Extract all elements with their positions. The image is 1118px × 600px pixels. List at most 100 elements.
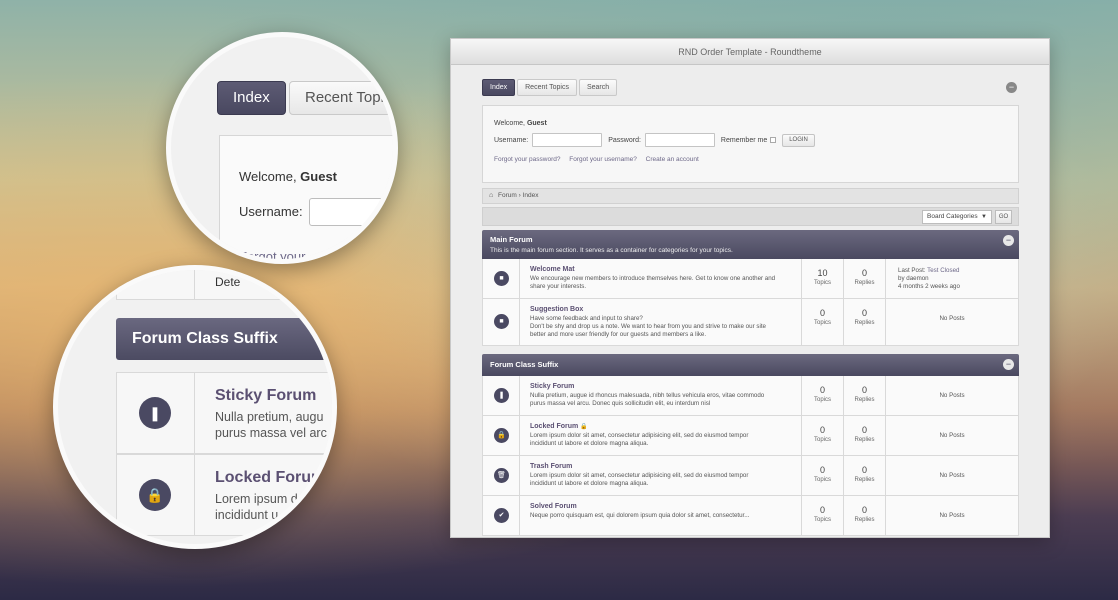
topics-count: 0 Topics <box>802 376 844 415</box>
forum-icon-cell: ✔ <box>483 496 520 535</box>
forum-row: ■ Welcome Mat We encourage new members t… <box>482 259 1019 299</box>
welcome-text: Welcome, Guest <box>494 120 547 127</box>
forgot-username-link[interactable]: Forgot your username? <box>569 156 637 163</box>
square-icon: ■ <box>494 271 509 286</box>
breadcrumb-forum[interactable]: Forum <box>498 192 517 199</box>
forgot-password-link[interactable]: Forgot your password? <box>494 156 560 163</box>
forum-title[interactable]: Locked Forum 🔒 <box>530 423 801 430</box>
topics-count: 10 Topics <box>802 259 844 298</box>
forum-title[interactable]: Welcome Mat <box>530 266 801 273</box>
tab-index[interactable]: Index <box>482 79 516 96</box>
forum-description: Nulla pretium, augue id rhoncus malesuad… <box>530 392 765 407</box>
login-panel: Welcome, Guest Username: Password: Remem… <box>482 105 1019 183</box>
category-header: Main Forum This is the main forum sectio… <box>482 230 1019 259</box>
forum-title[interactable]: Suggestion Box <box>530 306 801 313</box>
remember-checkbox[interactable] <box>770 137 777 143</box>
lock-small-icon: 🔒 <box>580 424 588 430</box>
zoom-username-label: Username: <box>239 204 303 219</box>
zoom-forgot-link[interactable]: Forgot your <box>239 249 305 259</box>
topics-count: 0 Topics <box>802 456 844 495</box>
forum-icon-cell: ■ <box>483 299 520 345</box>
last-post-link[interactable]: Test Closed <box>927 267 959 274</box>
forum-icon-cell: ■ <box>483 259 520 298</box>
zoom-forum-title[interactable]: Locked Forum <box>215 469 325 487</box>
zoom-partial-text: Dete <box>215 275 241 289</box>
lock-icon: 🔒 <box>494 428 509 443</box>
category-title[interactable]: Forum Class Suffix <box>490 360 1011 369</box>
category-main-forum: Main Forum This is the main forum sectio… <box>482 230 1019 346</box>
breadcrumb: ⌂ Forum › Index <box>482 188 1019 204</box>
forum-description: Lorem ipsum dolor sit amet, consectetur … <box>530 432 749 447</box>
bookmark-icon: ❚ <box>139 397 171 429</box>
collapse-icon[interactable]: − <box>1003 359 1014 370</box>
forum-title[interactable]: Sticky Forum <box>530 383 801 390</box>
go-button[interactable]: GO <box>995 210 1012 224</box>
forum-title[interactable]: Trash Forum <box>530 463 801 470</box>
zoom-username-input[interactable] <box>309 198 393 226</box>
forum-description: We encourage new members to introduce th… <box>530 275 776 290</box>
category-title[interactable]: Main Forum <box>490 235 1011 244</box>
home-icon[interactable]: ⌂ <box>489 189 493 203</box>
forum-info: Sticky Forum Nulla pretium, augue id rho… <box>520 376 802 415</box>
create-account-link[interactable]: Create an account <box>646 156 699 163</box>
replies-count: 0 Replies <box>844 299 886 345</box>
zoom-partial-icon-cell <box>117 270 195 299</box>
zoom-forum-row[interactable]: ❚ Sticky Forum Nulla pretium, augu purus … <box>116 372 332 454</box>
forum-icon-cell: 🔒 <box>483 416 520 455</box>
remember-label: Remember me <box>720 136 768 144</box>
nav-tabs: Index Recent Topics Search − <box>482 79 1019 97</box>
forum-row: ■ Suggestion Box Have some feedback and … <box>482 299 1019 346</box>
forum-description: Neque porro quisquam est, qui dolorem ip… <box>530 512 750 519</box>
zoom-forum-row[interactable]: 🔒 Locked Forum Lorem ipsum d incididunt u <box>116 454 332 536</box>
zoom-forum-title[interactable]: Sticky Forum <box>215 387 316 405</box>
collapse-icon[interactable]: − <box>1006 82 1017 93</box>
forum-icon-cell: ❚ <box>483 376 520 415</box>
check-icon: ✔ <box>494 508 509 523</box>
tab-recent-topics[interactable]: Recent Topics <box>517 79 577 96</box>
lock-icon: 🔒 <box>139 479 171 511</box>
forum-info: Solved Forum Neque porro quisquam est, q… <box>520 496 802 535</box>
collapse-icon[interactable]: − <box>1003 235 1014 246</box>
zoom-tab-recent-topics[interactable]: Recent Topics <box>289 81 393 115</box>
category-header: Forum Class Suffix − <box>482 354 1019 376</box>
forum-info: Welcome Mat We encourage new members to … <box>520 259 802 298</box>
no-posts-text: No Posts <box>939 432 965 439</box>
forum-info: Locked Forum 🔒 Lorem ipsum dolor sit ame… <box>520 416 802 455</box>
forum-description: Have some feedback and input to share? Do… <box>530 315 766 338</box>
board-categories-select[interactable]: Board Categories ▼ <box>922 210 992 224</box>
no-posts-text: No Posts <box>939 512 965 519</box>
zoom-partial-row: Dete <box>116 270 332 300</box>
forum-title[interactable]: Solved Forum <box>530 503 801 510</box>
zoom-icon-cell: 🔒 <box>117 455 195 535</box>
password-label: Password: <box>608 136 641 144</box>
forum-icon-cell: 🗑 <box>483 456 520 495</box>
forum-info: Trash Forum Lorem ipsum dolor sit amet, … <box>520 456 802 495</box>
username-input[interactable] <box>532 133 603 147</box>
bookmark-icon: ❚ <box>494 388 509 403</box>
zoom-forum-desc: Nulla pretium, augu purus massa vel arc <box>215 410 327 440</box>
replies-count: 0 Replies <box>844 456 886 495</box>
password-input[interactable] <box>644 133 715 147</box>
zoom-icon-cell: ❚ <box>117 373 195 453</box>
replies-count: 0 Replies <box>844 259 886 298</box>
category-forum-class-suffix: Forum Class Suffix − ❚ Sticky Forum Null… <box>482 354 1019 536</box>
breadcrumb-index[interactable]: Index <box>523 192 539 199</box>
zoom-circle-login: Index Recent Topics Welcome, Guest Usern… <box>166 32 398 264</box>
forum-row: 🔒 Locked Forum 🔒 Lorem ipsum dolor sit a… <box>482 416 1019 456</box>
trash-icon: 🗑 <box>494 468 509 483</box>
last-post: Last Post: Test Closed by daemon 4 month… <box>898 267 960 290</box>
login-button[interactable]: LOGIN <box>782 133 815 147</box>
zoom-tab-index[interactable]: Index <box>217 81 286 115</box>
topics-count: 0 Topics <box>802 496 844 535</box>
replies-count: 0 Replies <box>844 496 886 535</box>
forum-info: Suggestion Box Have some feedback and in… <box>520 299 802 345</box>
forum-row: ✔ Solved Forum Neque porro quisquam est,… <box>482 496 1019 536</box>
replies-count: 0 Replies <box>844 416 886 455</box>
no-posts-text: No Posts <box>939 392 965 399</box>
username-label: Username: <box>494 136 529 144</box>
tab-search[interactable]: Search <box>578 79 618 96</box>
login-links: Forgot your password? Forgot your userna… <box>494 156 1008 163</box>
topics-count: 0 Topics <box>802 299 844 345</box>
forum-row: 🗑 Trash Forum Lorem ipsum dolor sit amet… <box>482 456 1019 496</box>
forum-row: ❚ Sticky Forum Nulla pretium, augue id r… <box>482 376 1019 416</box>
